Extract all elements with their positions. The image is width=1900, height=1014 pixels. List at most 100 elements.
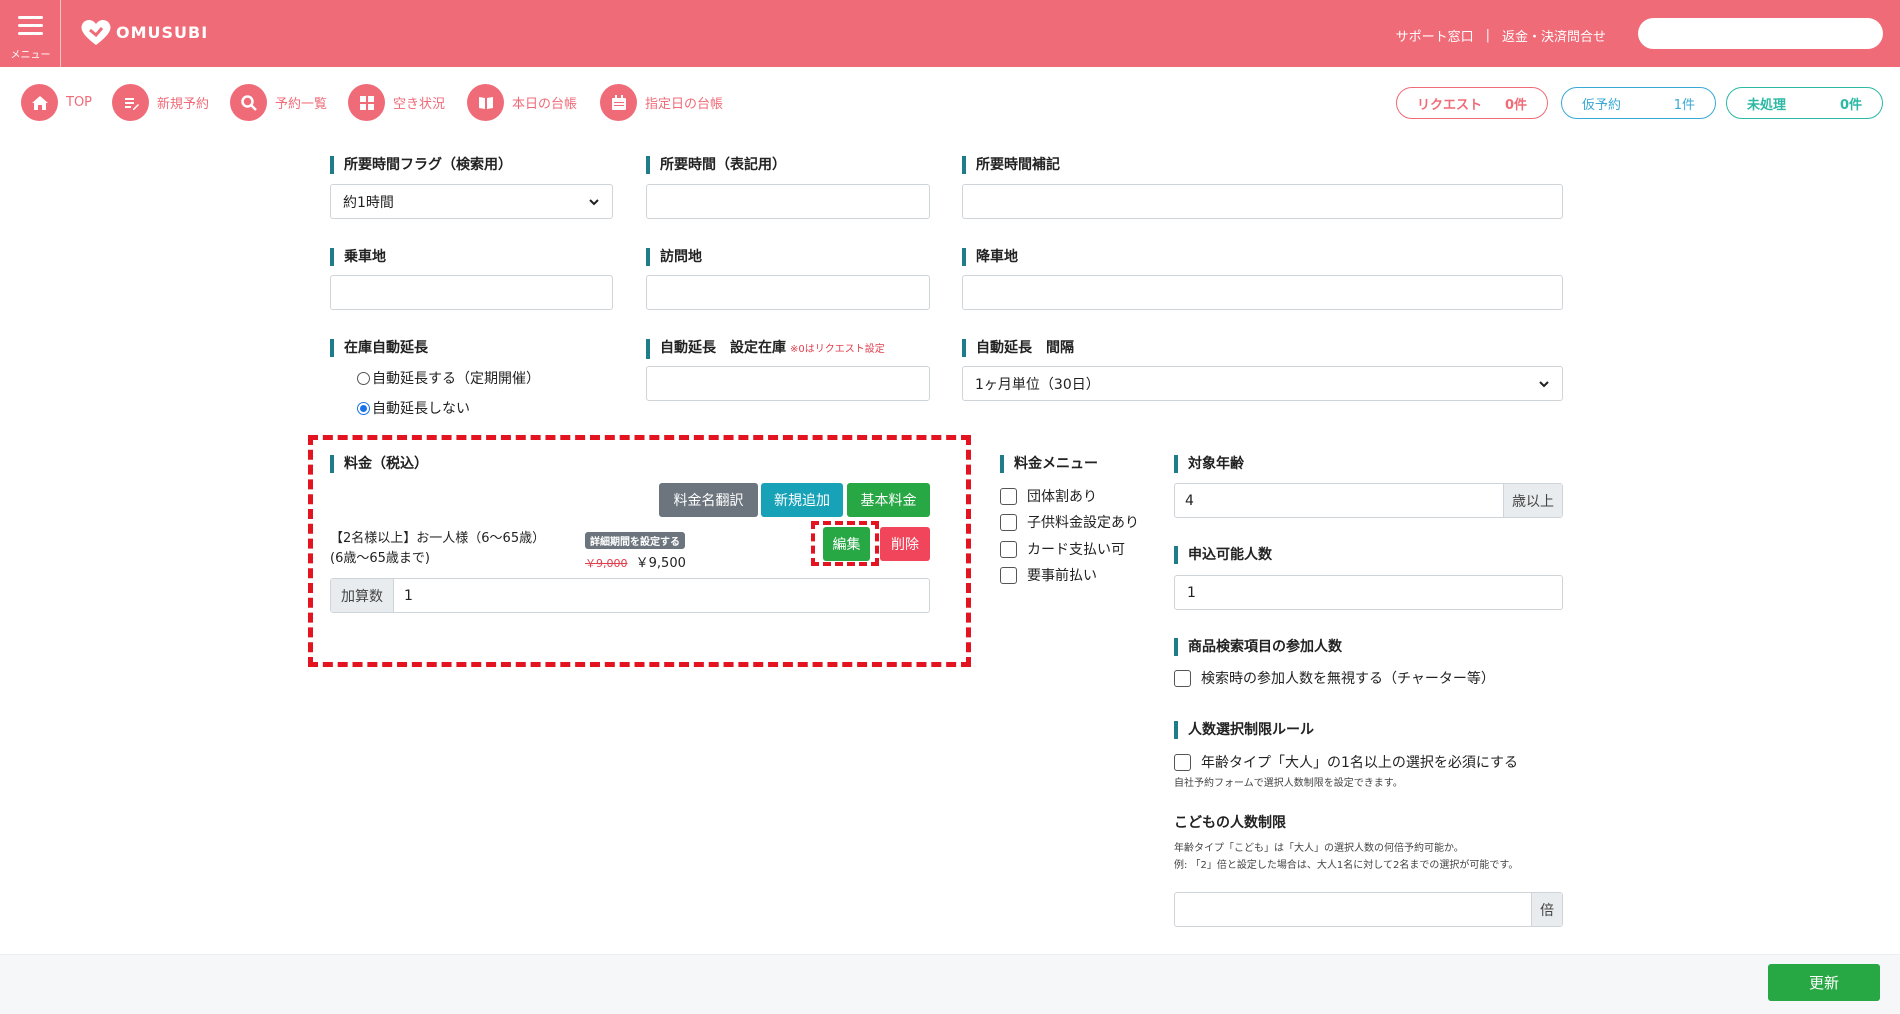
radio-off-icon: [357, 371, 370, 385]
hamburger-icon: [18, 16, 43, 36]
home-icon: [21, 84, 58, 121]
nav-new-reservation-label: 新規予約: [157, 97, 210, 112]
price-item-subtitle: (6歳〜65歳まで): [330, 551, 430, 566]
nav-top[interactable]: TOP: [21, 84, 92, 121]
child-limit-suffix: 倍: [1531, 893, 1562, 926]
applicants-input[interactable]: 1: [1174, 575, 1563, 610]
base-price-button[interactable]: 基本料金: [847, 483, 930, 517]
checkbox-icon: [1174, 669, 1191, 687]
auto-interval-select[interactable]: 1ヶ月単位（30日）: [962, 366, 1563, 401]
nav-reservation-list[interactable]: 予約一覧: [230, 84, 327, 121]
tentative-count: 1件: [1673, 97, 1695, 113]
target-age-suffix: 歳以上: [1503, 484, 1562, 517]
child-limit-input[interactable]: [1175, 893, 1531, 926]
count-rule-help: 自社予約フォームで選択人数制限を設定できます。: [1174, 778, 1403, 789]
group-discount-checkbox[interactable]: 団体割あり: [1000, 486, 1097, 506]
search-icon: [230, 84, 267, 121]
auto-stock-input[interactable]: [646, 366, 930, 401]
duration-flag-select[interactable]: 約1時間: [330, 184, 613, 219]
auto-stock-note: ※0はリクエスト設定: [790, 344, 885, 355]
auto-extend-label: 在庫自動延長: [330, 339, 428, 357]
add-price-button[interactable]: 新規追加: [761, 483, 843, 517]
detail-period-badge[interactable]: 詳細期間を設定する: [585, 532, 685, 549]
target-age-group: 4 歳以上: [1174, 483, 1563, 518]
heart-logo-icon: [81, 19, 111, 45]
refund-link[interactable]: 返金・決済問合せ: [1502, 26, 1606, 45]
count-input-group: 加算数 1: [330, 578, 930, 613]
count-input[interactable]: 1: [394, 579, 929, 612]
nav-date-ledger[interactable]: 指定日の台帳: [600, 84, 723, 121]
duration-flag-value: 約1時間: [343, 194, 394, 211]
checkbox-icon: [1000, 540, 1017, 558]
child-limit-label: こどもの人数制限: [1174, 815, 1286, 831]
applicants-label: 申込可能人数: [1174, 546, 1272, 564]
nav-availability[interactable]: 空き状況: [348, 84, 445, 121]
card-payment-text: カード支払い可: [1027, 542, 1125, 558]
nav-today-ledger-label: 本日の台帳: [512, 97, 578, 112]
count-label: 加算数: [331, 579, 394, 612]
header-links: サポート窓口 | 返金・決済問合せ: [1396, 26, 1606, 45]
menu-button[interactable]: メニュー: [0, 0, 61, 67]
ignore-participants-text: 検索時の参加人数を無視する（チャーター等）: [1201, 671, 1495, 687]
nav-today-ledger[interactable]: 本日の台帳: [467, 84, 577, 121]
search-participants-label: 商品検索項目の参加人数: [1174, 638, 1342, 656]
nav-top-label: TOP: [66, 95, 93, 110]
unprocessed-label: 未処理: [1747, 97, 1787, 113]
alighting-input[interactable]: [962, 275, 1563, 310]
unprocessed-status-pill[interactable]: 未処理 0件: [1726, 87, 1883, 119]
child-limit-group: 倍: [1174, 892, 1563, 927]
translate-price-name-button[interactable]: 料金名翻訳: [659, 483, 758, 517]
auto-interval-label: 自動延長 間隔: [962, 339, 1074, 357]
ignore-participants-checkbox[interactable]: 検索時の参加人数を無視する（チャーター等）: [1174, 668, 1495, 688]
prepay-checkbox[interactable]: 要事前払い: [1000, 565, 1097, 585]
duration-note-input[interactable]: [962, 184, 1563, 219]
nav-availability-label: 空き状況: [393, 97, 446, 112]
target-age-input[interactable]: 4: [1175, 484, 1503, 517]
child-limit-help-2: 例: 「2」倍と設定した場合は、大人1名に対して2名までの選択が可能です。: [1174, 860, 1519, 871]
price-menu-label: 料金メニュー: [1000, 455, 1098, 473]
radio-on-icon: [357, 401, 370, 415]
target-age-label: 対象年齢: [1174, 455, 1244, 473]
auto-interval-value: 1ヶ月単位（30日）: [975, 376, 1100, 393]
require-adult-text: 年齢タイプ「大人」の1名以上の選択を必須にする: [1201, 755, 1519, 771]
card-payment-checkbox[interactable]: カード支払い可: [1000, 539, 1125, 559]
logo[interactable]: OMUSUBI: [80, 18, 208, 46]
auto-extend-off-radio[interactable]: 自動延長しない: [357, 398, 470, 418]
count-rule-label: 人数選択制限ルール: [1174, 721, 1314, 739]
request-status-pill[interactable]: リクエスト 0件: [1396, 87, 1548, 119]
edit-icon: [112, 84, 149, 121]
chevron-down-icon: [589, 198, 599, 205]
chevron-down-icon: [1539, 380, 1549, 387]
request-count: 0件: [1504, 97, 1527, 113]
prepay-text: 要事前払い: [1027, 568, 1097, 584]
auto-extend-on-text: 自動延長する（定期開催）: [372, 371, 540, 387]
auto-extend-off-text: 自動延長しない: [372, 401, 470, 417]
duration-display-input[interactable]: [646, 184, 930, 219]
child-price-checkbox[interactable]: 子供料金設定あり: [1000, 512, 1139, 532]
require-adult-checkbox[interactable]: 年齢タイプ「大人」の1名以上の選択を必須にする: [1174, 752, 1518, 772]
boarding-input[interactable]: [330, 275, 613, 310]
child-price-text: 子供料金設定あり: [1027, 515, 1139, 531]
delete-price-button[interactable]: 削除: [880, 527, 930, 561]
price-values: ￥9,000 ￥9,500: [585, 552, 686, 571]
duration-flag-label: 所要時間フラグ（検索用）: [330, 156, 512, 174]
nav-new-reservation[interactable]: 新規予約: [112, 84, 209, 121]
grid-icon: [348, 84, 385, 121]
visit-label: 訪問地: [646, 248, 702, 266]
calendar-icon: [600, 84, 637, 121]
tentative-status-pill[interactable]: 仮予約 1件: [1561, 87, 1716, 119]
auto-extend-on-radio[interactable]: 自動延長する（定期開催）: [357, 368, 540, 388]
auto-stock-label-text: 自動延長 設定在庫: [660, 340, 786, 356]
header-search-input[interactable]: [1638, 18, 1883, 49]
logo-text: OMUSUBI: [116, 22, 209, 42]
price-item-name: 【2名様以上】お一人様（6〜65歳） (6歳〜65歳まで): [330, 529, 545, 569]
price-item-title: 【2名様以上】お一人様（6〜65歳）: [330, 531, 546, 546]
top-header: メニュー OMUSUBI サポート窓口 | 返金・決済問合せ: [0, 0, 1900, 67]
support-link[interactable]: サポート窓口: [1396, 26, 1474, 45]
menu-label: メニュー: [10, 50, 51, 61]
unprocessed-count: 0件: [1839, 97, 1862, 113]
update-button[interactable]: 更新: [1768, 964, 1880, 1001]
footer-bar: [0, 954, 1900, 1014]
group-discount-text: 団体割あり: [1027, 489, 1097, 505]
visit-input[interactable]: [646, 275, 930, 310]
